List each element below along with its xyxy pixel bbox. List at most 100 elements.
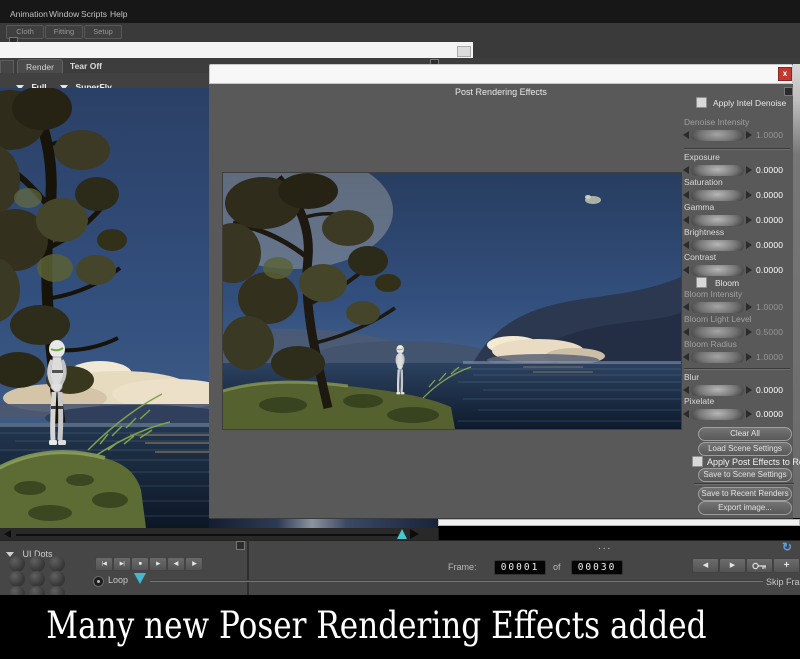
load-scene-settings-button[interactable]: Load Scene Settings	[698, 442, 792, 456]
frame-current-field[interactable]: 00001	[494, 560, 546, 575]
loop-toggle[interactable]	[93, 576, 104, 587]
slider-track[interactable]	[691, 130, 744, 141]
slider-track[interactable]	[691, 352, 744, 363]
slider-left-arrow-icon[interactable]	[683, 266, 689, 274]
step-back-button[interactable]: ◀|	[167, 557, 185, 571]
apply-post-effects-checkbox[interactable]	[692, 456, 703, 467]
timeline-position-marker[interactable]	[134, 573, 146, 584]
slider-left-arrow-icon[interactable]	[683, 410, 689, 418]
clear-all-button[interactable]: Clear All	[698, 427, 792, 441]
document-window-titlebar[interactable]	[0, 42, 473, 59]
slider-right-arrow-icon[interactable]	[746, 410, 752, 418]
slider-track[interactable]	[691, 327, 744, 338]
menu-animation[interactable]: Animation	[10, 9, 48, 19]
slider-right-arrow-icon[interactable]	[746, 266, 752, 274]
menu-help[interactable]: Help	[110, 9, 127, 19]
gamma-slider[interactable]: 0.0000	[683, 214, 793, 226]
panel-handle[interactable]: ...	[598, 541, 612, 552]
slider-value: 1.0000	[756, 352, 783, 362]
ui-dot[interactable]	[9, 571, 25, 587]
slider-track[interactable]	[691, 215, 744, 226]
titlebar-button[interactable]	[457, 46, 471, 57]
contrast-slider[interactable]: 0.0000	[683, 264, 793, 276]
tab-tear-off[interactable]: Tear Off	[64, 59, 108, 73]
slider-right-arrow-icon[interactable]	[746, 328, 752, 336]
export-image-button[interactable]: Export image...	[698, 501, 792, 515]
slider-left-arrow-icon[interactable]	[683, 303, 689, 311]
bloom-radius-slider[interactable]: 1.0000	[683, 351, 793, 363]
window-bottom-edge	[438, 519, 800, 526]
slider-left-arrow-icon[interactable]	[683, 216, 689, 224]
play-button[interactable]: ▶	[149, 557, 167, 571]
ui-dot[interactable]	[29, 571, 45, 587]
slider-right-arrow-icon[interactable]	[746, 303, 752, 311]
menu-scripts[interactable]: Scripts	[81, 9, 107, 19]
slider-left-arrow-icon[interactable]	[683, 191, 689, 199]
save-to-recent-renders-button[interactable]: Save to Recent Renders	[698, 487, 792, 501]
slider-left-arrow-icon[interactable]	[683, 166, 689, 174]
room-tab-setup[interactable]: Setup	[84, 25, 122, 39]
slider-right-arrow-icon[interactable]	[746, 353, 752, 361]
slider-left-arrow-icon[interactable]	[683, 353, 689, 361]
first-frame-button[interactable]: |◀	[95, 557, 113, 571]
bloom-checkbox[interactable]	[696, 277, 707, 288]
next-keyframe-button[interactable]: ▶	[719, 558, 746, 573]
last-frame-button[interactable]: ▶|	[113, 557, 131, 571]
bloom-light-level-slider[interactable]: 0.5000	[683, 326, 793, 338]
stop-button[interactable]: ■	[131, 557, 149, 571]
scrubber-left-arrow-icon[interactable]	[4, 530, 11, 538]
slider-right-arrow-icon[interactable]	[746, 216, 752, 224]
slider-track[interactable]	[691, 165, 744, 176]
apply-intel-denoise-row[interactable]: Apply Intel Denoise	[696, 97, 786, 108]
slider-left-arrow-icon[interactable]	[683, 328, 689, 336]
pixelate-slider[interactable]: 0.0000	[683, 408, 793, 420]
slider-track[interactable]	[691, 302, 744, 313]
save-to-scene-settings-button[interactable]: Save to Scene Settings	[698, 468, 792, 482]
slider-value: 0.0000	[756, 165, 783, 175]
slider-track[interactable]	[691, 240, 744, 251]
slider-value: 0.5000	[756, 327, 783, 337]
ui-dot[interactable]	[29, 556, 45, 572]
room-tab-fitting[interactable]: Fitting	[45, 25, 83, 39]
slider-track[interactable]	[691, 190, 744, 201]
ui-dots-collapse-icon[interactable]	[236, 541, 245, 550]
ui-dot[interactable]	[9, 556, 25, 572]
saturation-slider[interactable]: 0.0000	[683, 189, 793, 201]
bloom-intensity-slider[interactable]: 1.0000	[683, 301, 793, 313]
scrubber-marker[interactable]	[397, 529, 407, 539]
slider-right-arrow-icon[interactable]	[746, 131, 752, 139]
slider-right-arrow-icon[interactable]	[746, 386, 752, 394]
slider-right-arrow-icon[interactable]	[746, 191, 752, 199]
exposure-slider[interactable]: 0.0000	[683, 164, 793, 176]
timeline-track[interactable]	[150, 580, 763, 582]
slider-track[interactable]	[691, 409, 744, 420]
slider-right-arrow-icon[interactable]	[746, 166, 752, 174]
prev-keyframe-button[interactable]: ◀	[692, 558, 719, 573]
apply-intel-denoise-checkbox[interactable]	[696, 97, 707, 108]
ui-dot[interactable]	[49, 556, 65, 572]
ui-dot[interactable]	[49, 571, 65, 587]
slider-track[interactable]	[691, 385, 744, 396]
slider-right-arrow-icon[interactable]	[746, 241, 752, 249]
blur-slider[interactable]: 0.0000	[683, 384, 793, 396]
close-icon[interactable]: x	[778, 67, 792, 81]
frame-total-field[interactable]: 00030	[571, 560, 623, 575]
denoise-intensity-slider[interactable]: 1.0000	[683, 129, 793, 141]
apply-post-effects-row[interactable]: Apply Post Effects to Render	[692, 456, 800, 467]
edit-keyframes-button[interactable]	[746, 558, 773, 573]
add-keyframe-button[interactable]: +	[773, 558, 800, 573]
hidden-tab-stub[interactable]	[0, 60, 14, 74]
slider-left-arrow-icon[interactable]	[683, 241, 689, 249]
slider-label-blur: Blur	[684, 372, 699, 382]
dialog-titlebar[interactable]	[209, 64, 793, 84]
brightness-slider[interactable]: 0.0000	[683, 239, 793, 251]
step-forward-button[interactable]: |▶	[185, 557, 203, 571]
slider-track[interactable]	[691, 265, 744, 276]
slider-left-arrow-icon[interactable]	[683, 131, 689, 139]
menu-window[interactable]: Window	[49, 9, 79, 19]
scrubber-play-icon[interactable]	[410, 529, 419, 539]
refresh-icon[interactable]: ↻	[782, 540, 792, 554]
slider-left-arrow-icon[interactable]	[683, 386, 689, 394]
tab-render[interactable]: Render	[17, 59, 63, 74]
bloom-row[interactable]: Bloom	[696, 277, 739, 288]
